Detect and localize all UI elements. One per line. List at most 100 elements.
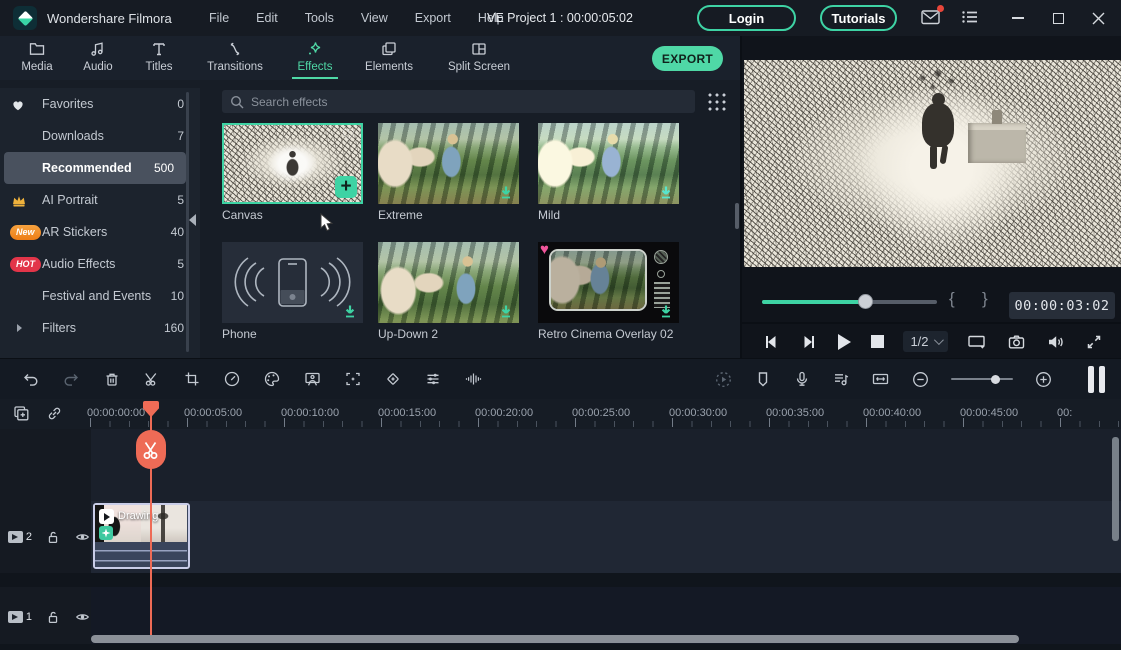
audio-mixer-button[interactable]: [832, 370, 850, 388]
download-icon[interactable]: [342, 303, 358, 320]
maximize-button[interactable]: [1041, 0, 1075, 36]
zoom-slider-handle[interactable]: [991, 375, 1000, 384]
sidebar-item-recommended[interactable]: Recommended 500: [4, 152, 186, 184]
timeline-clip-drawing[interactable]: Drawing: [93, 503, 190, 569]
video-track-2-lane[interactable]: [91, 501, 1121, 573]
speed-button[interactable]: [223, 370, 241, 388]
sidebar-item-ai-portrait[interactable]: AI Portrait 5: [0, 184, 200, 216]
fit-timeline-button[interactable]: [871, 370, 890, 388]
preview-viewport[interactable]: [744, 60, 1121, 267]
add-to-new-track-icon[interactable]: [12, 404, 31, 423]
download-icon[interactable]: [658, 184, 674, 201]
lock-icon[interactable]: [45, 609, 61, 625]
timeline-horizontal-scrollbar[interactable]: [91, 635, 1019, 643]
stop-button[interactable]: [871, 335, 884, 348]
timeline-ruler[interactable]: 00:00:00:00 00:00:05:00 00:00:10:00 00:0…: [0, 399, 1121, 429]
crop-button[interactable]: [183, 370, 201, 388]
clip-label: Drawing: [118, 510, 158, 522]
close-button[interactable]: [1081, 0, 1115, 36]
timeline-toolbar: [0, 359, 1121, 399]
lock-icon[interactable]: [45, 529, 61, 545]
sidebar-item-ar-stickers[interactable]: New AR Stickers 40: [0, 216, 200, 248]
sidebar-item-audio-effects[interactable]: HOT Audio Effects 5: [0, 248, 200, 280]
effect-thumb-extreme[interactable]: [378, 123, 519, 204]
tab-effects[interactable]: Effects: [284, 40, 346, 73]
mail-icon[interactable]: [920, 8, 942, 28]
eye-icon[interactable]: [74, 529, 91, 545]
snapshot-camera-button[interactable]: [1007, 333, 1026, 351]
menu-tools[interactable]: Tools: [305, 11, 334, 25]
download-icon[interactable]: [498, 184, 514, 201]
menu-edit[interactable]: Edit: [256, 11, 278, 25]
undo-button[interactable]: [21, 370, 40, 388]
sidebar-item-favorites[interactable]: Favorites 0: [0, 88, 200, 120]
playback-controls: 1/2: [742, 325, 1121, 358]
keyframe-button[interactable]: [384, 370, 402, 388]
redo-button[interactable]: [62, 370, 81, 388]
panel-resize-handle[interactable]: [1088, 366, 1105, 393]
playhead-scissors-icon[interactable]: [136, 430, 166, 469]
effects-grid-panel: ♡ + Canvas Extreme Mild: [200, 80, 740, 358]
fullscreen-button[interactable]: [1085, 333, 1103, 351]
play-on-second-display-button[interactable]: [967, 333, 987, 351]
green-screen-button[interactable]: [303, 370, 322, 388]
sidebar-item-downloads[interactable]: Downloads 7: [0, 120, 200, 152]
tab-titles[interactable]: Titles: [134, 40, 184, 73]
play-button[interactable]: [838, 334, 851, 350]
sidebar-item-filters[interactable]: Filters 160: [0, 312, 200, 344]
effect-thumb-up-down-2[interactable]: [378, 242, 519, 323]
link-icon[interactable]: [45, 404, 64, 423]
favorite-heart-icon[interactable]: ♡: [342, 128, 355, 143]
tab-audio[interactable]: Audio: [73, 40, 123, 73]
previous-frame-button[interactable]: [762, 333, 780, 351]
delete-button[interactable]: [103, 370, 121, 388]
effect-thumb-retro-cinema-overlay[interactable]: ♥: [538, 242, 679, 323]
volume-button[interactable]: [1046, 333, 1065, 351]
render-preview-button[interactable]: [714, 370, 733, 389]
timeline-vertical-scrollbar[interactable]: [1112, 437, 1119, 541]
download-icon[interactable]: [498, 303, 514, 320]
color-palette-button[interactable]: [263, 370, 281, 388]
motion-tracking-button[interactable]: [344, 370, 362, 388]
sidebar-item-festival-and-events[interactable]: Festival and Events 10: [0, 280, 200, 312]
eye-icon[interactable]: [74, 609, 91, 625]
split-scissors-button[interactable]: [143, 370, 161, 388]
timeline-empty-lane[interactable]: [91, 429, 1121, 501]
marker-button[interactable]: [754, 370, 772, 388]
login-button[interactable]: Login: [697, 5, 796, 31]
menu-view[interactable]: View: [361, 11, 388, 25]
mark-out-icon[interactable]: }: [982, 289, 988, 309]
zoom-in-button[interactable]: [1034, 370, 1053, 389]
effect-thumb-mild[interactable]: [538, 123, 679, 204]
minimize-button[interactable]: [1001, 0, 1035, 36]
tab-elements[interactable]: Elements: [354, 40, 424, 73]
search-bar[interactable]: [222, 90, 695, 113]
menu-list-icon[interactable]: [961, 8, 983, 28]
next-frame-button[interactable]: [800, 333, 818, 351]
search-input[interactable]: [251, 95, 631, 109]
sidebar-collapse-icon[interactable]: [189, 214, 196, 226]
tab-split-screen[interactable]: Split Screen: [434, 40, 524, 73]
tutorials-button[interactable]: Tutorials: [820, 5, 897, 31]
effects-scrollbar[interactable]: [735, 203, 739, 229]
effect-thumb-phone[interactable]: [222, 242, 363, 323]
playback-rate-dropdown[interactable]: 1/2: [903, 331, 947, 352]
timeline-zoom-slider[interactable]: [951, 378, 1013, 380]
audio-denoise-button[interactable]: [464, 370, 483, 388]
adjust-button[interactable]: [424, 370, 442, 388]
export-button[interactable]: EXPORT: [652, 46, 723, 71]
tab-transitions[interactable]: Transitions: [196, 40, 274, 73]
seek-handle[interactable]: [858, 294, 873, 309]
record-voiceover-button[interactable]: [793, 370, 811, 388]
menu-file[interactable]: File: [209, 11, 229, 25]
zoom-out-button[interactable]: [911, 370, 930, 389]
seek-bar[interactable]: [762, 300, 937, 304]
mark-in-icon[interactable]: {: [949, 289, 955, 309]
expand-arrow-icon[interactable]: [10, 324, 42, 332]
tv-dial-icon: [654, 250, 668, 264]
grid-view-icon[interactable]: [708, 93, 726, 111]
download-icon[interactable]: [658, 303, 674, 320]
add-effect-button[interactable]: +: [335, 176, 357, 198]
tab-media[interactable]: Media: [12, 40, 62, 73]
effect-thumb-canvas[interactable]: ♡ +: [222, 123, 363, 204]
